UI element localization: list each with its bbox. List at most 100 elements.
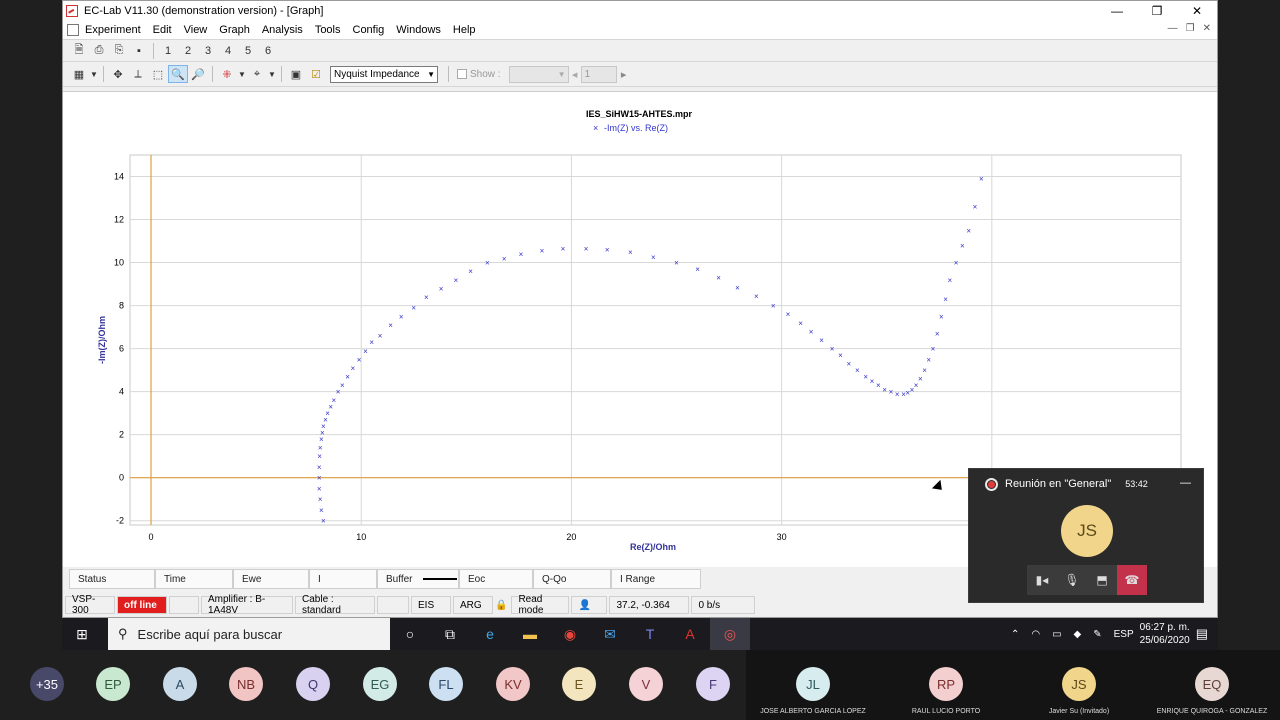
menu-config[interactable]: Config xyxy=(347,24,391,36)
participant-avatar[interactable]: RP xyxy=(929,667,963,701)
pan-icon[interactable]: ✥ xyxy=(108,65,128,83)
data-point: × xyxy=(453,276,458,285)
new-icon[interactable]: 🗎 xyxy=(69,42,89,60)
menu-windows[interactable]: Windows xyxy=(390,24,447,36)
select-rect-icon[interactable]: ⬚ xyxy=(148,65,168,83)
cortana-icon[interactable]: ○ xyxy=(390,618,430,650)
restore-button[interactable]: ❐ xyxy=(1137,1,1177,21)
menu-help[interactable]: Help xyxy=(447,24,482,36)
points-icon[interactable]: ⁜ xyxy=(217,65,237,83)
acrobat-icon[interactable]: A xyxy=(670,618,710,650)
data-point: × xyxy=(584,245,589,254)
data-point: × xyxy=(926,355,931,364)
participant-avatar[interactable]: JL xyxy=(796,667,830,701)
participant-avatar[interactable]: V xyxy=(629,667,663,701)
page-6-button[interactable]: 6 xyxy=(258,42,278,60)
file-explorer-icon[interactable]: ▬ xyxy=(510,618,550,650)
data-point: × xyxy=(388,321,393,330)
menu-experiment[interactable]: Experiment xyxy=(79,24,147,36)
check-icon[interactable]: ☑ xyxy=(306,65,326,83)
mic-icon[interactable]: 🎙 xyxy=(1057,565,1087,595)
zoom-out-icon[interactable]: 🔎 xyxy=(188,65,208,83)
show-select[interactable]: ▼ xyxy=(508,65,569,83)
plot-type-select[interactable]: Nyquist Impedance ▼ xyxy=(330,65,438,83)
data-point: × xyxy=(651,253,656,262)
page-5-button[interactable]: 5 xyxy=(238,42,258,60)
language-indicator[interactable]: ESP xyxy=(1114,629,1134,640)
prev-icon[interactable]: ◂ xyxy=(569,65,581,83)
task-view-icon[interactable]: ⧉ xyxy=(430,618,470,650)
notifications-icon[interactable]: ▤ xyxy=(1196,626,1208,642)
menu-analysis[interactable]: Analysis xyxy=(256,24,309,36)
show-checkbox[interactable] xyxy=(457,69,467,79)
hang-up-button[interactable]: ☎ xyxy=(1117,565,1147,595)
eclab-taskbar-icon[interactable]: ◎ xyxy=(710,618,750,650)
chrome-icon[interactable]: ◉ xyxy=(550,618,590,650)
dropbox-icon[interactable]: ◆ xyxy=(1074,629,1082,640)
chevron-up-icon[interactable]: ⌃ xyxy=(1011,629,1019,640)
edge-icon[interactable]: e xyxy=(470,618,510,650)
data-point: × xyxy=(855,366,860,375)
cursor-icon[interactable]: ⌖ xyxy=(247,65,267,83)
axis-icon[interactable]: ⟂ xyxy=(128,65,148,83)
chevron-down-icon: ▼ xyxy=(557,69,566,79)
zoom-in-icon[interactable]: 🔍 xyxy=(168,65,188,83)
x-axis-label: Re(Z)/Ohm xyxy=(630,542,676,552)
participant-avatar[interactable]: E xyxy=(562,667,596,701)
next-icon[interactable]: ▸ xyxy=(617,65,631,83)
page-3-button[interactable]: 3 xyxy=(198,42,218,60)
page-4-button[interactable]: 4 xyxy=(218,42,238,60)
points-dropdown-icon[interactable]: ▼ xyxy=(237,65,247,83)
cursor-dropdown-icon[interactable]: ▼ xyxy=(267,65,277,83)
save-icon[interactable]: ▪ xyxy=(129,42,149,60)
mdi-close-icon[interactable]: ✕ xyxy=(1203,23,1211,34)
participant-avatar[interactable]: +35 xyxy=(30,667,64,701)
teams-icon[interactable]: T xyxy=(630,618,670,650)
participant-avatar[interactable]: A xyxy=(163,667,197,701)
arg-indicator: ARG xyxy=(453,596,493,614)
menu-graph[interactable]: Graph xyxy=(213,24,256,36)
clock[interactable]: 06:27 p. m. 25/06/2020 xyxy=(1140,621,1190,647)
participant-avatar[interactable]: Q xyxy=(296,667,330,701)
data-point: × xyxy=(424,293,429,302)
data-point: × xyxy=(716,274,721,283)
menu-view[interactable]: View xyxy=(178,24,214,36)
page-1-button[interactable]: 1 xyxy=(158,42,178,60)
mail-icon[interactable]: ✉ xyxy=(590,618,630,650)
participant-avatar[interactable]: EP xyxy=(96,667,130,701)
taskbar-search-input[interactable]: ⚲ Escribe aquí para buscar xyxy=(108,618,390,650)
windows-start-icon[interactable]: ⊞ xyxy=(62,618,102,650)
print-preview-icon[interactable]: ⎘ xyxy=(109,42,129,60)
show-index-field[interactable]: 1 xyxy=(580,65,617,83)
minimize-meeting-icon[interactable]: — xyxy=(1180,477,1191,489)
mdi-restore-icon[interactable]: ❐ xyxy=(1186,23,1195,34)
participant-avatar[interactable]: F xyxy=(696,667,730,701)
app-icon xyxy=(66,5,78,17)
participant-avatar[interactable]: EG xyxy=(363,667,397,701)
data-point: × xyxy=(960,241,965,250)
minimize-button[interactable]: — xyxy=(1097,1,1137,21)
participant-avatar[interactable]: JS xyxy=(1062,667,1096,701)
print-icon[interactable]: ⎙ xyxy=(89,42,109,60)
participant-avatar[interactable]: FL xyxy=(429,667,463,701)
mdi-minimize-icon[interactable]: — xyxy=(1168,23,1178,34)
data-point: × xyxy=(754,292,759,301)
camera-off-icon[interactable]: ▮◂ xyxy=(1027,565,1057,595)
battery-icon[interactable]: ▭ xyxy=(1052,629,1061,640)
participant-avatar[interactable]: KV xyxy=(496,667,530,701)
search-placeholder: Escribe aquí para buscar xyxy=(137,626,283,642)
participant-avatar[interactable]: EQ xyxy=(1195,667,1229,701)
pen-icon[interactable]: ✎ xyxy=(1093,629,1101,640)
menu-edit[interactable]: Edit xyxy=(147,24,178,36)
page-2-button[interactable]: 2 xyxy=(178,42,198,60)
process-icon[interactable]: ▣ xyxy=(286,65,306,83)
close-button[interactable]: ✕ xyxy=(1177,1,1217,21)
share-screen-icon[interactable]: ⬒ xyxy=(1087,565,1117,595)
data-point: × xyxy=(735,283,740,292)
participant-avatar[interactable]: NB xyxy=(229,667,263,701)
menu-tools[interactable]: Tools xyxy=(309,24,347,36)
wifi-icon[interactable]: ◠ xyxy=(1031,629,1040,640)
data-point: × xyxy=(540,247,545,256)
layout-icon[interactable]: ▦ xyxy=(69,65,89,83)
layout-dropdown-icon[interactable]: ▼ xyxy=(89,65,99,83)
